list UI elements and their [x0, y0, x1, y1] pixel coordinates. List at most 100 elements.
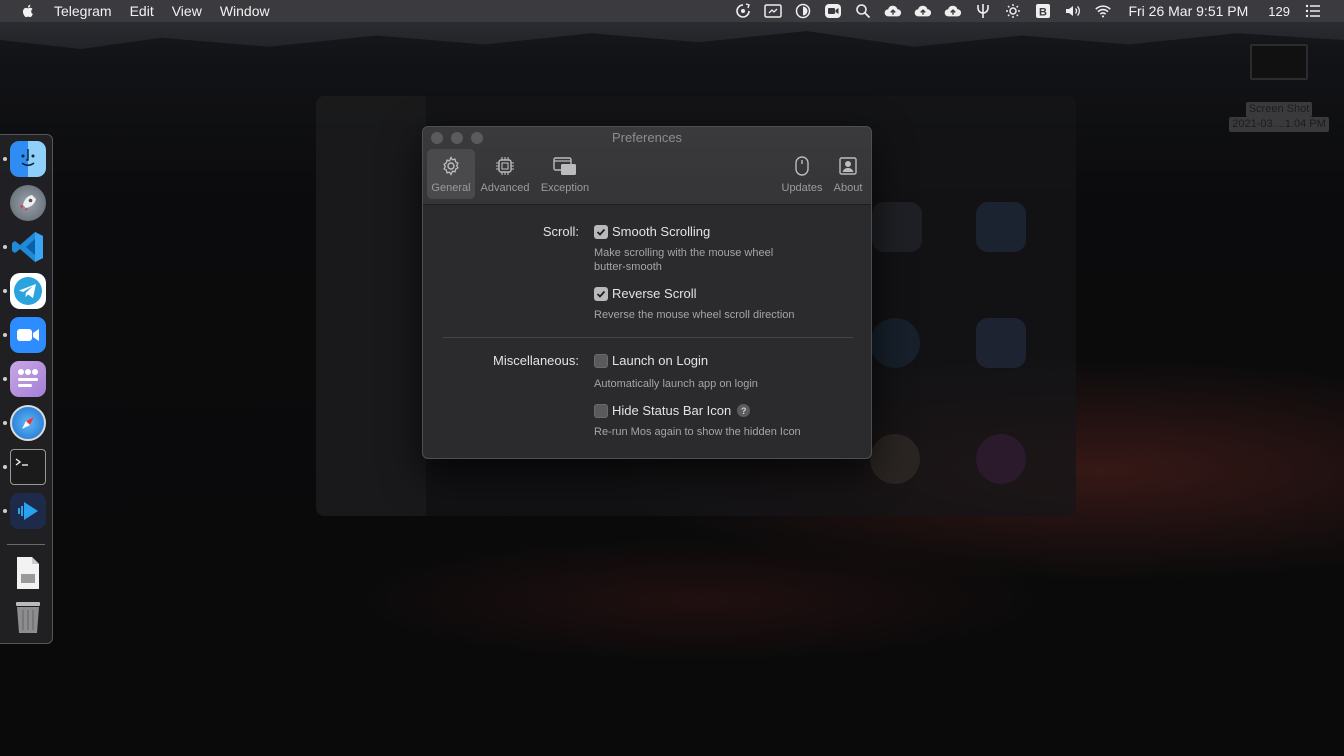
tab-updates-label: Updates — [781, 182, 823, 194]
background-app-icon — [870, 318, 920, 368]
dock-infuse[interactable] — [10, 493, 46, 529]
finder-icon — [21, 149, 35, 167]
desktop-file-name-line2: 2021-03....1.04 PM — [1229, 117, 1329, 132]
background-finder-sidebar — [316, 96, 426, 516]
smooth-scrolling-description-line2: butter-smooth — [594, 261, 662, 273]
hide-status-bar-icon-checkbox[interactable] — [594, 403, 608, 418]
list-icon[interactable] — [1304, 3, 1322, 19]
tab-exception[interactable]: Exception — [537, 149, 593, 199]
trash-icon — [16, 602, 40, 633]
fork-icon[interactable] — [974, 3, 992, 19]
hide-status-bar-icon-option[interactable]: Hide Status Bar Icon ? — [594, 403, 751, 418]
dock-trash[interactable] — [10, 599, 46, 635]
mouse-icon — [789, 153, 815, 179]
scroll-section-label: Scroll: — [542, 224, 579, 239]
tab-about[interactable]: About — [827, 149, 869, 199]
cloud-upload-icon[interactable] — [884, 3, 902, 19]
background-app-icon — [976, 202, 1026, 252]
dock-running-indicator — [3, 421, 7, 425]
dock-terminal[interactable] — [10, 449, 46, 485]
tab-general-label: General — [431, 182, 471, 194]
general-settings-panel: Scroll: Smooth Scrolling Make scrolling … — [423, 206, 871, 458]
dock-running-indicator — [3, 333, 7, 337]
smooth-scrolling-option[interactable]: Smooth Scrolling — [594, 224, 710, 239]
mos-icon — [18, 369, 38, 387]
person-icon — [835, 153, 861, 179]
telegram-icon — [14, 277, 42, 305]
desktop-file-name-line1: Screen Shot — [1245, 102, 1313, 117]
svg-text:B: B — [1039, 7, 1047, 19]
dock-running-indicator — [3, 465, 7, 469]
tab-advanced-label: Advanced — [480, 182, 530, 194]
preferences-titlebar: Preferences General Advanced Exception U… — [423, 127, 871, 205]
dock — [0, 134, 53, 644]
background-app-icon — [872, 202, 922, 252]
windows-icon — [552, 153, 578, 179]
launch-on-login-option[interactable]: Launch on Login — [594, 353, 708, 368]
screen-capture-icon[interactable] — [764, 3, 783, 19]
tab-updates[interactable]: Updates — [779, 149, 825, 199]
dock-mos[interactable] — [10, 361, 46, 397]
zoom-icon — [17, 329, 39, 341]
menu-app-telegram[interactable]: Telegram — [54, 3, 112, 19]
dock-running-indicator — [3, 289, 7, 293]
dock-vscode[interactable] — [10, 229, 46, 265]
dock-running-indicator — [3, 377, 7, 381]
dock-safari[interactable] — [10, 405, 46, 441]
desktop-file-thumbnail[interactable] — [1250, 44, 1308, 80]
menu-view[interactable]: View — [172, 3, 202, 19]
background-app-icon — [976, 318, 1026, 368]
dock-launchpad[interactable] — [10, 185, 46, 221]
reverse-scroll-checkbox[interactable] — [594, 286, 608, 301]
search-icon[interactable] — [854, 3, 872, 19]
launch-on-login-description: Automatically launch app on login — [594, 378, 758, 390]
gear-icon — [438, 153, 464, 179]
brightness-icon[interactable] — [1004, 3, 1022, 19]
preferences-window: Preferences General Advanced Exception U… — [422, 126, 872, 459]
tab-exception-label: Exception — [540, 182, 590, 194]
miscellaneous-section-label: Miscellaneous: — [493, 353, 579, 368]
menu-bar-badge-count[interactable]: 129 — [1268, 4, 1290, 19]
checkmark-icon — [596, 228, 606, 236]
launch-on-login-checkbox[interactable] — [594, 353, 608, 368]
menu-bar-status-area: B Fri 26 Mar 9:51 PM 129 — [722, 0, 1344, 22]
compass-icon — [22, 417, 34, 429]
dock-running-indicator — [3, 509, 7, 513]
smooth-scrolling-description: Make scrolling with the mouse wheel butt… — [594, 246, 773, 274]
reverse-scroll-option[interactable]: Reverse Scroll — [594, 286, 697, 301]
help-button[interactable]: ? — [737, 404, 751, 417]
bitwarden-icon[interactable]: B — [1034, 3, 1052, 19]
window-title: Preferences — [611, 130, 683, 145]
desktop-file-label[interactable]: Screen Shot 2021-03....1.04 PM — [1220, 102, 1338, 132]
section-divider — [443, 337, 853, 338]
smooth-scrolling-label: Smooth Scrolling — [612, 224, 711, 239]
dock-document[interactable] — [10, 555, 46, 591]
smooth-scrolling-checkbox[interactable] — [594, 224, 608, 239]
tab-general[interactable]: General — [427, 149, 475, 199]
background-app-icon — [976, 434, 1026, 484]
circle-icon[interactable] — [794, 3, 812, 19]
cloud-upload-icon[interactable] — [944, 3, 962, 19]
dock-zoom[interactable] — [10, 317, 46, 353]
menu-bar-clock[interactable]: Fri 26 Mar 9:51 PM — [1128, 3, 1248, 19]
tab-advanced[interactable]: Advanced — [477, 149, 533, 199]
apple-icon[interactable] — [20, 3, 36, 19]
dock-finder[interactable] — [10, 141, 46, 177]
dock-running-indicator — [3, 245, 7, 249]
dock-running-indicator — [3, 157, 7, 161]
cloud-upload-icon[interactable] — [914, 3, 932, 19]
chip-icon — [492, 153, 518, 179]
smooth-scrolling-description-line1: Make scrolling with the mouse wheel — [594, 247, 774, 259]
terminal-icon — [15, 458, 28, 466]
sync-icon[interactable] — [734, 3, 752, 19]
vscode-icon — [12, 232, 43, 262]
reverse-scroll-description: Reverse the mouse wheel scroll direction — [594, 309, 795, 321]
launch-on-login-label: Launch on Login — [612, 353, 709, 368]
tab-about-label: About — [833, 182, 863, 194]
zoom-video-icon[interactable] — [824, 3, 842, 19]
volume-icon[interactable] — [1064, 3, 1082, 19]
menu-window[interactable]: Window — [220, 3, 270, 19]
dock-telegram[interactable] — [10, 273, 46, 309]
wifi-icon[interactable] — [1094, 3, 1112, 19]
menu-edit[interactable]: Edit — [130, 3, 154, 19]
